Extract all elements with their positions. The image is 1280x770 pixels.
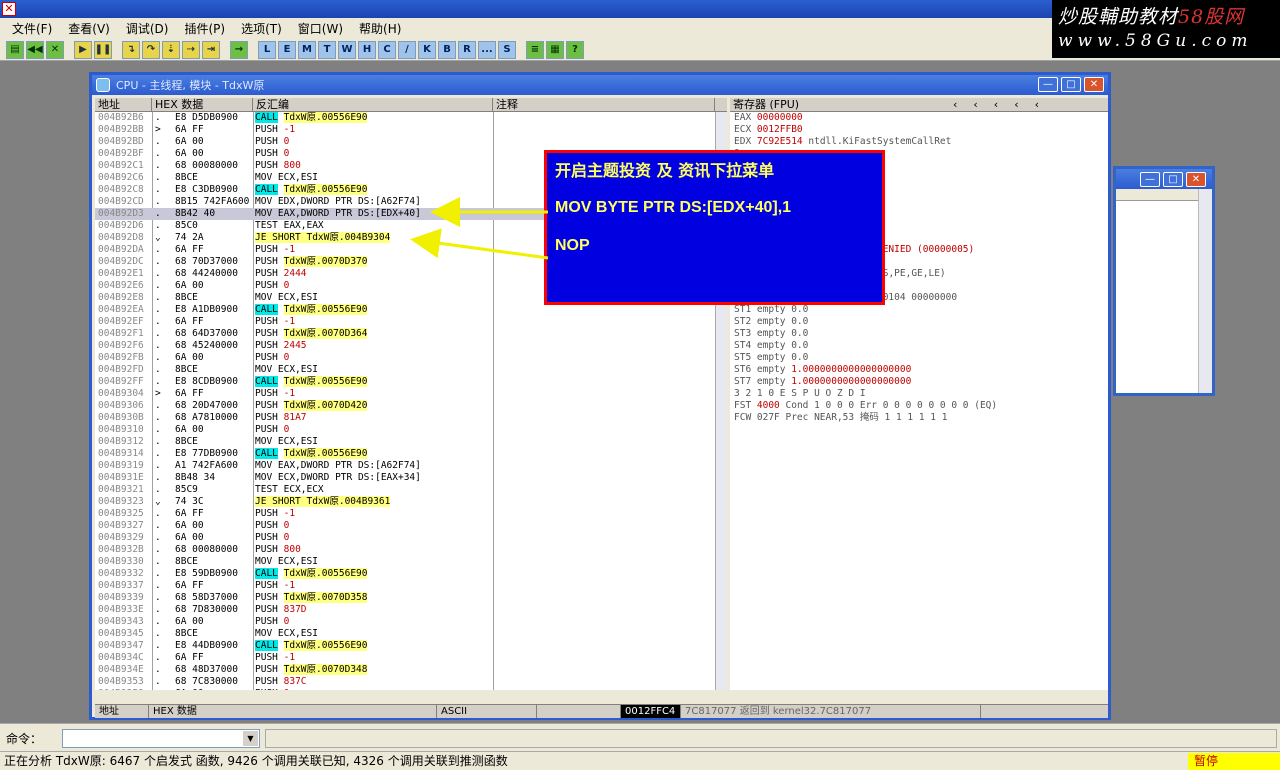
annotation-arrows xyxy=(410,197,549,260)
arrow-to-je xyxy=(410,228,549,260)
